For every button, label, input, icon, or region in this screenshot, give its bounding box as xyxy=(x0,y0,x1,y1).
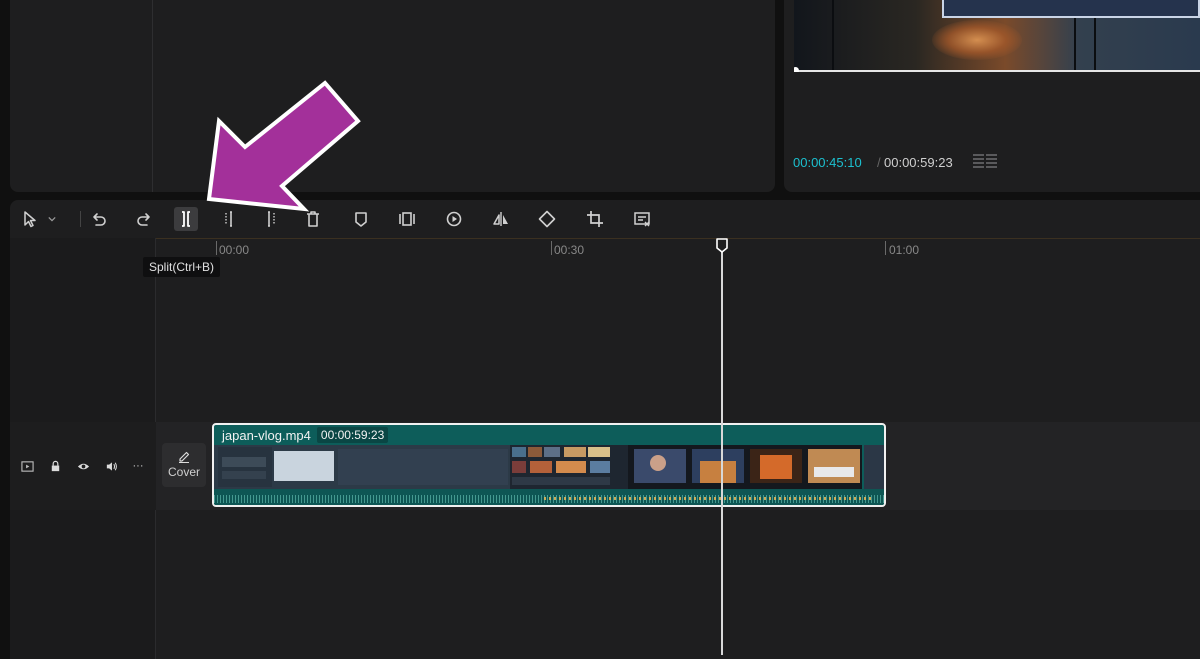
crop-icon[interactable] xyxy=(583,207,607,231)
player-scrub-bar[interactable] xyxy=(794,70,1200,72)
trash-icon[interactable] xyxy=(301,207,325,231)
media-panel xyxy=(10,0,775,192)
more-icon[interactable]: ··· xyxy=(131,459,145,473)
time-ruler[interactable]: 00:00 00:30 01:00 xyxy=(156,238,1200,264)
trim-right-icon[interactable] xyxy=(259,207,283,231)
pencil-icon xyxy=(179,451,190,463)
ruler-label: 01:00 xyxy=(889,243,920,257)
trim-left-icon[interactable] xyxy=(217,207,241,231)
panel-divider xyxy=(152,0,153,192)
playhead-handle[interactable] xyxy=(716,238,728,253)
pointer-icon[interactable] xyxy=(18,207,42,231)
preview-sunset xyxy=(932,20,1022,60)
clip-duration: 00:00:59:23 xyxy=(316,427,389,443)
chevron-down-icon[interactable] xyxy=(44,207,60,231)
eye-icon[interactable] xyxy=(76,459,90,473)
video-track-icon[interactable] xyxy=(20,459,34,473)
split-tooltip: Split(Ctrl+B) xyxy=(143,257,221,277)
video-preview[interactable] xyxy=(794,0,1200,72)
total-timecode: 00:00:59:23 xyxy=(884,155,953,170)
marker-icon[interactable] xyxy=(349,207,373,231)
beat-markers xyxy=(544,497,874,500)
player-scrub-handle[interactable] xyxy=(794,67,799,72)
ruler-tick xyxy=(551,241,552,255)
rotate-icon[interactable] xyxy=(535,207,559,231)
mirror-icon[interactable] xyxy=(489,207,513,231)
volume-icon[interactable] xyxy=(104,459,118,473)
lock-icon[interactable] xyxy=(48,459,62,473)
current-timecode: 00:00:45:10 xyxy=(793,155,862,170)
redo-icon[interactable] xyxy=(131,207,155,231)
timeline-toolbar xyxy=(10,200,1200,238)
timeline-panel: 00:00 00:30 01:00 Split(Ctrl+B) ··· Cove… xyxy=(10,200,1200,659)
track-header: ··· xyxy=(10,422,156,510)
undo-icon[interactable] xyxy=(88,207,112,231)
clip-waveform xyxy=(214,489,884,505)
ruler-tick xyxy=(885,241,886,255)
preview-overlay-box xyxy=(942,0,1200,18)
player-panel: 00:00:45:10 / 00:00:59:23 xyxy=(784,0,1200,192)
edit-list-icon[interactable] xyxy=(630,207,654,231)
cover-button[interactable]: Cover xyxy=(162,443,206,487)
clip-name: japan-vlog.mp4 xyxy=(222,427,311,443)
clip-header: japan-vlog.mp4 00:00:59:23 xyxy=(214,425,389,445)
freeze-icon[interactable] xyxy=(395,207,419,231)
toolbar-divider xyxy=(80,211,81,227)
ruler-tick xyxy=(216,241,217,255)
clip-thumbnails xyxy=(214,445,884,489)
video-clip[interactable]: japan-vlog.mp4 00:00:59:23 xyxy=(212,423,886,507)
playhead-line[interactable] xyxy=(721,245,723,655)
cover-label: Cover xyxy=(167,465,200,479)
layout-grid-icon[interactable] xyxy=(972,153,1000,171)
timecode-separator: / xyxy=(877,155,881,170)
frame-divider xyxy=(832,0,834,72)
split-icon[interactable] xyxy=(174,207,198,231)
reverse-icon[interactable] xyxy=(442,207,466,231)
ruler-label: 00:30 xyxy=(554,243,585,257)
ruler-label: 00:00 xyxy=(219,243,250,257)
